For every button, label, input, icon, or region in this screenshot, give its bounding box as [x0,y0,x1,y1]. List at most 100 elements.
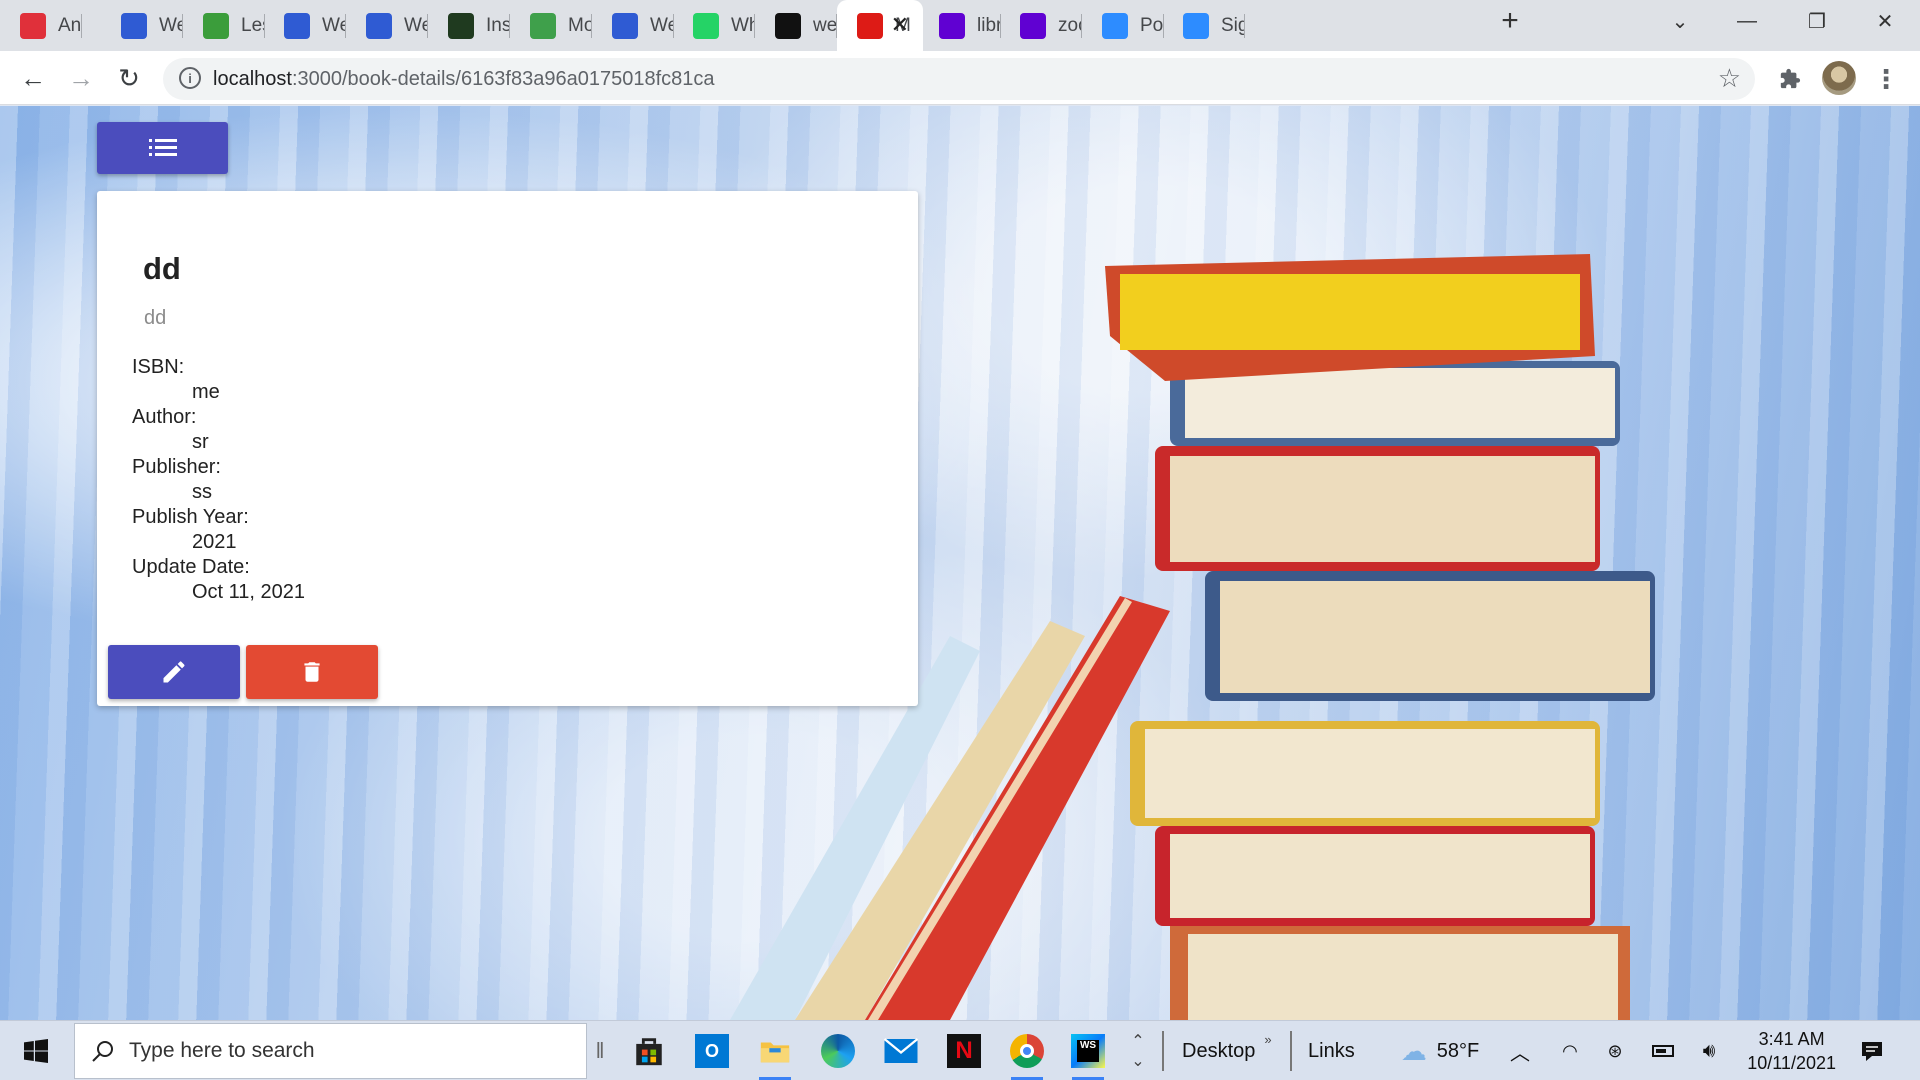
browser-tab[interactable]: Web_ [592,0,674,51]
browser-tab[interactable]: librar [919,0,1001,51]
trash-icon [304,662,320,682]
books-list-button[interactable] [97,122,228,174]
mail-app-icon[interactable] [881,1031,921,1071]
isbn-value: me [192,381,220,403]
browser-tab[interactable]: Post [1082,0,1164,51]
browser-tab[interactable]: Lesso [183,0,265,51]
browser-tab[interactable]: M ✕ [837,0,923,51]
box-icon [612,12,638,39]
box-icon [121,12,147,39]
book-details-card: dd dd ISBN: me Author: sr Publisher: ss … [97,191,918,706]
url-path: :3000/book-details/6163f83a96a0175018fc8… [291,68,715,90]
show-hidden-icons-button[interactable]: ︿ [1505,1021,1535,1080]
update-date-value: Oct 11, 2021 [192,581,306,603]
notifications-icon[interactable] [1852,1021,1892,1080]
zoom-icon [1102,12,1128,39]
restore-icon: ❐ [1808,10,1826,33]
bookmark-star-icon[interactable]: ☆ [1718,63,1741,94]
links-toolbar[interactable]: Links [1290,1031,1380,1071]
toolbar-overflow-icon[interactable]: » [1258,1009,1278,1069]
url-text[interactable]: localhost:3000/book-details/6163f83a96a0… [213,68,715,91]
browser-tab[interactable]: zoon [1000,0,1082,51]
arrow-right-icon: → [68,62,94,93]
close-window-button[interactable]: ✕ [1850,0,1920,42]
clock-time: 3:41 AM [1758,1029,1825,1049]
tab-title: Anno [58,14,82,36]
desktop-toolbar[interactable]: Desktop [1162,1031,1266,1071]
reload-icon: ↻ [118,62,140,93]
close-tab-icon[interactable]: ✕ [891,12,909,38]
volume-icon[interactable]: 🔊︎ [1694,1021,1724,1080]
chevron-up-icon: ︿ [1510,1042,1530,1065]
back-button[interactable]: ← [14,59,52,97]
system-clock[interactable]: 3:41 AM 10/11/2021 [1747,1027,1836,1075]
taskbar-scroll-buttons[interactable]: ⌃ ⌄ [1124,1021,1152,1080]
webstorm-app-icon[interactable]: WS [1068,1031,1108,1080]
whatsapp-icon [693,12,719,39]
tab-title: Lesso [241,14,265,36]
store-app-icon[interactable] [629,1031,669,1071]
more-vert-icon: ⋮ [1873,63,1899,94]
search-placeholder: Type here to search [129,1039,315,1062]
delete-button[interactable] [246,645,378,699]
publisher-label: Publisher: [132,456,221,478]
tab-title: librar [977,14,1001,36]
chrome-app-icon[interactable] [1007,1031,1047,1080]
browser-tab[interactable]: What [673,0,755,51]
outlook-app-icon[interactable]: O [692,1031,732,1071]
browser-tab[interactable]: Web_ [264,0,346,51]
address-bar[interactable]: i localhost:3000/book-details/6163f83a96… [163,58,1755,100]
forward-button[interactable]: → [62,59,100,97]
browser-tab[interactable]: Web_ [346,0,428,51]
author-label: Author: [132,406,197,428]
file-explorer-icon[interactable] [755,1031,795,1080]
minimize-icon: — [1737,9,1757,32]
edge-app-icon[interactable] [818,1031,858,1071]
restore-button[interactable]: ❐ [1782,0,1852,42]
tab-title: web [813,14,837,36]
author-value: sr [192,431,209,453]
edit-button[interactable] [108,645,240,699]
leaf-dark-icon [448,12,474,39]
tab-search-button[interactable]: ⌄ [1645,0,1715,42]
new-tab-button[interactable]: + [1480,0,1540,42]
box-icon [366,12,392,39]
extensions-button[interactable] [1772,61,1808,97]
browser-menu-button[interactable]: ⋮ [1868,61,1904,97]
weather-temp: 58°F [1436,1039,1480,1062]
reload-button[interactable]: ↻ [110,59,148,97]
weather-widget[interactable]: ☁ 58°F [1390,1021,1490,1080]
browser-tab[interactable]: Sign [1163,0,1245,51]
browser-toolbar: ← → ↻ i localhost:3000/book-details/6163… [0,51,1920,105]
browser-tab[interactable]: Anno [0,0,82,51]
tab-separator [1244,14,1245,38]
close-icon: ✕ [1876,10,1894,33]
update-date-label: Update Date: [132,556,250,578]
minimize-button[interactable]: — [1712,0,1782,42]
tab-title: Web_ [322,14,346,36]
wifi-icon[interactable]: ◠ [1555,1021,1585,1080]
isbn-label: ISBN: [132,356,185,378]
yahoo-icon [1020,12,1046,39]
tab-title: Web_ [650,14,674,36]
site-info-icon[interactable]: i [179,67,201,89]
taskbar-search-box[interactable]: Type here to search [74,1023,587,1079]
page-background: dd dd ISBN: me Author: sr Publisher: ss … [0,106,1920,1020]
start-button[interactable] [10,1021,62,1080]
list-icon [148,139,177,157]
tab-separator [81,14,82,38]
browser-tab[interactable]: Insta [428,0,510,51]
browser-tab[interactable]: Mong [510,0,592,51]
browser-tab[interactable]: Web_ [101,0,183,51]
battery-icon[interactable] [1648,1021,1678,1080]
tab-title: zoon [1058,14,1082,36]
network-icon[interactable]: ⊛ [1600,1021,1630,1080]
puzzle-icon [1780,68,1801,89]
search-icon [92,1041,113,1062]
profile-avatar[interactable] [1822,61,1856,95]
chevron-down-icon: ⌄ [1131,1053,1145,1070]
github-icon [775,12,801,39]
browser-tab[interactable]: web [755,0,837,51]
netflix-app-icon[interactable]: N [944,1031,984,1071]
windows-logo-icon [24,1039,48,1063]
